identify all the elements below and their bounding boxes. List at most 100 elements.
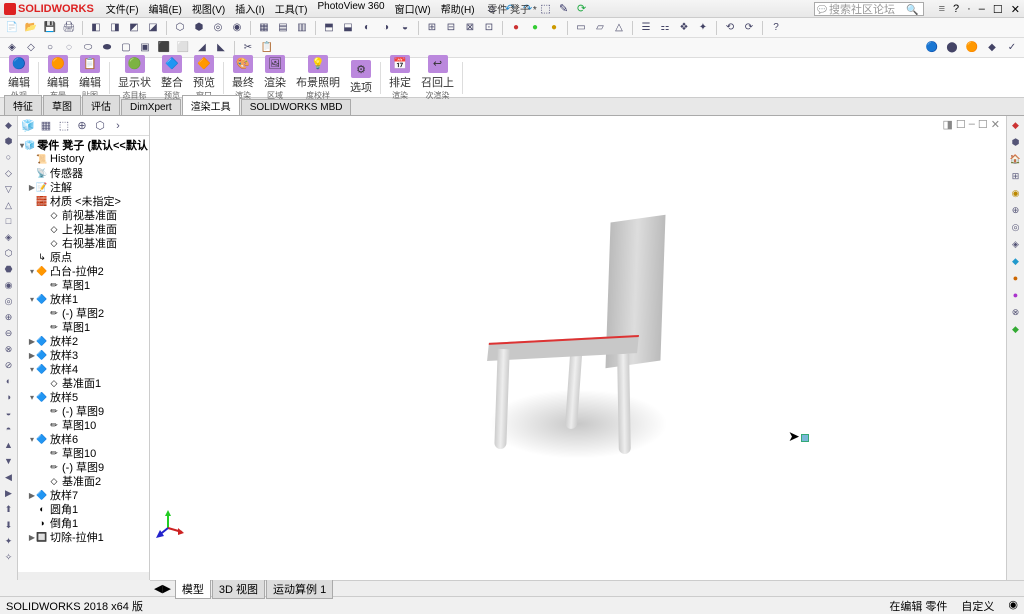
status-icon[interactable]: ◉ <box>1008 598 1018 614</box>
t2-r3[interactable]: 🟠 <box>964 40 980 56</box>
tb-aa[interactable]: ☰ <box>638 20 654 36</box>
tree-item-17[interactable]: ▾🔷放样5 <box>18 390 149 404</box>
t2-r2[interactable]: ⬤ <box>944 40 960 56</box>
cmd-3-3[interactable]: ⚙选项 <box>346 58 376 97</box>
lt-20[interactable]: ◓ <box>2 422 16 436</box>
tab-4[interactable]: 渲染工具 <box>182 95 240 115</box>
tb-d[interactable]: ◪ <box>145 20 161 36</box>
tb-o[interactable]: ◑ <box>378 20 394 36</box>
select-icon[interactable]: ⬚ <box>539 2 553 16</box>
menu-insert[interactable]: 插入(I) <box>231 0 268 17</box>
tree-item-8[interactable]: ▾🔶凸台-拉伸2 <box>18 264 149 278</box>
tree-item-25[interactable]: ◐圆角1 <box>18 502 149 516</box>
sketch-icon[interactable]: ✎ <box>557 2 571 16</box>
close-button[interactable]: ✕ <box>1011 3 1020 16</box>
tree-item-6[interactable]: ◇右视基准面 <box>18 236 149 250</box>
cmd-3-1[interactable]: 🖼渲染区域 <box>260 53 290 103</box>
menu-help[interactable]: 帮助(H) <box>437 0 479 17</box>
tree-item-7[interactable]: ↳原点 <box>18 250 149 264</box>
tb-gg[interactable]: ? <box>768 20 784 36</box>
t2-r1[interactable]: 🔵 <box>924 40 940 56</box>
tree-item-22[interactable]: ✏(-) 草图9 <box>18 460 149 474</box>
lt-23[interactable]: ◀ <box>2 470 16 484</box>
vp-3[interactable]: – <box>969 118 975 131</box>
tree-item-4[interactable]: ◇前视基准面 <box>18 208 149 222</box>
tree-hscroll[interactable] <box>18 572 149 580</box>
open-icon[interactable]: 📂 <box>23 20 39 36</box>
opts-icon[interactable]: ≡ <box>939 3 945 15</box>
tree-item-21[interactable]: ✏草图10 <box>18 446 149 460</box>
minimize-button[interactable]: – <box>979 3 985 15</box>
lt-28[interactable]: ✧ <box>2 550 16 564</box>
tb-s[interactable]: ⊠ <box>462 20 478 36</box>
lt-10[interactable]: ⬣ <box>2 262 16 276</box>
lt-2[interactable]: ⬢ <box>2 134 16 148</box>
rt-7[interactable]: ◎ <box>1009 220 1023 234</box>
lt-1[interactable]: ◆ <box>2 118 16 132</box>
tb-y[interactable]: ▱ <box>592 20 608 36</box>
rt-10[interactable]: ● <box>1009 271 1023 285</box>
lt-6[interactable]: △ <box>2 198 16 212</box>
tab-5[interactable]: SOLIDWORKS MBD <box>241 99 352 115</box>
tree-item-13[interactable]: ▶🔷放样2 <box>18 334 149 348</box>
tb-j[interactable]: ▤ <box>275 20 291 36</box>
tree-tab-2[interactable]: ▦ <box>38 118 54 134</box>
rt-4[interactable]: ⊞ <box>1009 169 1023 183</box>
tree-item-23[interactable]: ◇基准面2 <box>18 474 149 488</box>
lt-12[interactable]: ◎ <box>2 294 16 308</box>
vp-4[interactable]: ☐ <box>978 118 988 131</box>
lt-15[interactable]: ⊗ <box>2 342 16 356</box>
tree-item-16[interactable]: ◇基准面1 <box>18 376 149 390</box>
vp-2[interactable]: ☐ <box>956 118 966 131</box>
tb-cc[interactable]: ❖ <box>676 20 692 36</box>
tree-item-27[interactable]: ▶🔲切除-拉伸1 <box>18 530 149 544</box>
tree-item-11[interactable]: ✏(-) 草图2 <box>18 306 149 320</box>
tree-item-24[interactable]: ▶🔷放样7 <box>18 488 149 502</box>
new-icon[interactable]: 📄 <box>4 20 20 36</box>
menu-view[interactable]: 视图(V) <box>188 0 229 17</box>
lt-8[interactable]: ◈ <box>2 230 16 244</box>
menu-window[interactable]: 窗口(W) <box>391 0 435 17</box>
save-icon[interactable]: 💾 <box>42 20 58 36</box>
tb-c[interactable]: ◩ <box>126 20 142 36</box>
tree-item-15[interactable]: ▾🔷放样4 <box>18 362 149 376</box>
viewport-3d[interactable]: ◨ ☐ – ☐ ✕ ➤ <box>150 116 1006 580</box>
tb-v[interactable]: ● <box>527 20 543 36</box>
tree-tab-more[interactable]: › <box>110 118 126 134</box>
tb-p[interactable]: ◒ <box>397 20 413 36</box>
lt-3[interactable]: ○ <box>2 150 16 164</box>
lt-9[interactable]: ⬡ <box>2 246 16 260</box>
status-custom[interactable]: 自定义 <box>961 598 994 614</box>
tb-x[interactable]: ▭ <box>573 20 589 36</box>
tree-item-1[interactable]: 📡传感器 <box>18 166 149 180</box>
tb-q[interactable]: ⊞ <box>424 20 440 36</box>
tree-tab-4[interactable]: ⊕ <box>74 118 90 134</box>
tree-tab-5[interactable]: ⬡ <box>92 118 108 134</box>
lt-21[interactable]: ▲ <box>2 438 16 452</box>
rebuild-icon[interactable]: ⟳ <box>575 2 589 16</box>
lt-18[interactable]: ◑ <box>2 390 16 404</box>
search-icon[interactable]: 🔍 <box>906 3 920 17</box>
rt-1[interactable]: ◆ <box>1009 118 1023 132</box>
lt-14[interactable]: ⊖ <box>2 326 16 340</box>
tab-3[interactable]: DimXpert <box>121 99 181 115</box>
tab-0[interactable]: 特征 <box>4 95 42 115</box>
help-button[interactable]: ? <box>953 3 959 15</box>
btab-1[interactable]: 3D 视图 <box>212 579 265 599</box>
lt-25[interactable]: ⬆ <box>2 502 16 516</box>
lt-17[interactable]: ◐ <box>2 374 16 388</box>
tree-item-14[interactable]: ▶🔷放样3 <box>18 348 149 362</box>
rt-11[interactable]: ● <box>1009 288 1023 302</box>
print-icon[interactable]: 🖨 <box>61 20 77 36</box>
lt-22[interactable]: ▼ <box>2 454 16 468</box>
tree-item-18[interactable]: ✏(-) 草图9 <box>18 404 149 418</box>
maximize-button[interactable]: ☐ <box>993 3 1003 16</box>
rt-5[interactable]: ◉ <box>1009 186 1023 200</box>
t2-r5[interactable]: ✓ <box>1004 40 1020 56</box>
model-chair[interactable] <box>448 139 708 519</box>
chair-leg-2[interactable] <box>617 354 631 454</box>
orientation-triad[interactable] <box>156 508 186 538</box>
tree-item-9[interactable]: ✏草图1 <box>18 278 149 292</box>
rt-9[interactable]: ◆ <box>1009 254 1023 268</box>
tb-b[interactable]: ◨ <box>107 20 123 36</box>
